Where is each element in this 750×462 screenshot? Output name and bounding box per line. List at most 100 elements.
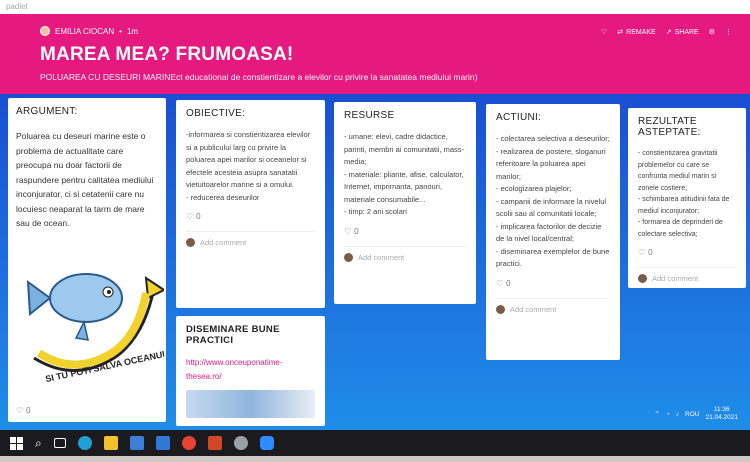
- card-title: ACTIUNI:: [496, 112, 542, 123]
- like-button[interactable]: ♡ 0: [186, 212, 315, 221]
- card-title: DISEMINARE BUNE PRACTICI: [186, 324, 280, 346]
- card-objectives[interactable]: OBIECTIVE: -informarea si constientizare…: [176, 100, 325, 308]
- remake-label: REMAKE: [626, 28, 656, 36]
- link-preview-thumbnail[interactable]: [186, 390, 315, 418]
- card-resources[interactable]: RESURSE - umane: elevi, cadre didactice,…: [334, 102, 476, 304]
- clock[interactable]: 11:36 21.04.2021: [705, 406, 738, 422]
- file-explorer-icon[interactable]: [103, 436, 118, 450]
- remake-icon: ⇄: [617, 29, 624, 36]
- like-count: 0: [506, 278, 511, 288]
- heart-icon: ♡: [186, 212, 194, 221]
- card-body: - umane: elevi, cadre didactice, parinti…: [344, 131, 466, 219]
- card-title: REZULTATE ASTEPTATE:: [638, 116, 701, 138]
- padlet-header: EMILIA CIOCAN • 1m MAREA MEA? FRUMOASA! …: [0, 14, 750, 94]
- heart-icon: ♡: [496, 278, 504, 288]
- windows-start-icon[interactable]: [10, 436, 23, 450]
- card-actions[interactable]: ACTIUNI: - colectarea selectiva a deseur…: [486, 104, 620, 360]
- system-tray: ⌃ ◔ ♪ ROU 11:36 21.04.2021: [654, 406, 738, 422]
- card-argument[interactable]: ARGUMENT: Poluarea cu deseuri marine est…: [8, 98, 166, 422]
- card-body: - constientizarea gravitatii problemelor…: [638, 148, 736, 240]
- post-time: 1m: [126, 26, 139, 36]
- store-icon[interactable]: [129, 436, 144, 450]
- share-label: SHARE: [674, 28, 699, 36]
- commenter-avatar: [186, 238, 195, 247]
- card-text: Poluarea cu deseuri marine este o proble…: [16, 131, 154, 228]
- card-title: ARGUMENT:: [16, 106, 78, 117]
- card-title: RESURSE: [344, 110, 395, 121]
- add-comment[interactable]: Add comment: [496, 297, 610, 314]
- powerpoint-icon[interactable]: [207, 436, 222, 450]
- task-view-icon[interactable]: [53, 438, 66, 448]
- clock-time: 11:36: [713, 406, 730, 413]
- card-dissemination[interactable]: DISEMINARE BUNE PRACTICI http://www.once…: [176, 316, 325, 426]
- card-line: - realizarea de postere, sloganuri refer…: [496, 146, 606, 181]
- card-line: -informarea si constientizarea elevilor …: [186, 130, 311, 189]
- card-results[interactable]: REZULTATE ASTEPTATE: - constientizarea g…: [628, 108, 746, 288]
- like-count: 0: [648, 248, 653, 257]
- add-comment[interactable]: Add comment: [344, 245, 466, 262]
- card-line: - schimbarea atitudinii fata de mediul i…: [638, 196, 730, 215]
- page-subtitle: POLUAREA CU DESEURI MARINEct educational…: [40, 72, 478, 82]
- card-line: - formarea de deprinderi de colectare se…: [638, 219, 723, 238]
- fish-illustration: SI TU POTI SALVA OCEANUL: [26, 273, 164, 384]
- dissemination-link[interactable]: http://www.onceuponatime-thesea.ro/: [186, 356, 315, 384]
- card-line: - timp: 2 ani scolari: [344, 207, 407, 216]
- commenter-avatar: [496, 304, 505, 314]
- browser-screen: padlet EMILIA CIOCAN • 1m MAREA MEA? FRU…: [0, 0, 750, 430]
- card-body: -informarea si constientizarea elevilor …: [186, 129, 315, 204]
- padlet-board: ARGUMENT: Poluarea cu deseuri marine est…: [0, 94, 750, 430]
- card-line: - constientizarea gravitatii problemelor…: [638, 150, 718, 192]
- more-icon[interactable]: ⋮: [725, 28, 732, 36]
- add-comment-label: Add comment: [358, 252, 405, 262]
- card-line: - implicarea factorilor de decizie de la…: [496, 221, 602, 244]
- heart-icon: ♡: [638, 248, 646, 257]
- like-count: 0: [26, 406, 31, 415]
- like-button[interactable]: ♡ 0: [496, 279, 610, 288]
- card-line: - ecologizarea plajelor;: [496, 184, 572, 193]
- network-icon[interactable]: ◔: [666, 411, 670, 418]
- commenter-avatar: [344, 252, 353, 262]
- app-brand: padlet: [0, 0, 750, 14]
- volume-icon[interactable]: ♪: [676, 411, 679, 418]
- card-line: - materiale: pliante, afise, calculator,…: [344, 169, 464, 204]
- search-icon[interactable]: ⌕: [35, 436, 42, 451]
- chrome-icon[interactable]: [181, 436, 196, 450]
- card-body: - colectarea selectiva a deseurilor; - r…: [496, 133, 610, 271]
- like-button[interactable]: ♡ 0: [638, 248, 736, 257]
- page-title: MAREA MEA? FRUMOASA!: [40, 44, 294, 65]
- heart-icon: ♡: [344, 226, 352, 236]
- dot-separator: •: [119, 26, 122, 36]
- add-comment-label: Add comment: [652, 274, 699, 283]
- author-avatar[interactable]: [40, 26, 50, 36]
- share-button[interactable]: ↗ SHARE: [665, 28, 699, 37]
- add-comment[interactable]: Add comment: [638, 267, 736, 283]
- card-line: - reducerea deseurilor: [186, 192, 260, 202]
- author-name[interactable]: EMILIA CIOCAN: [55, 27, 114, 36]
- card-line: - campanii de informare la nivelul scoli…: [496, 196, 607, 219]
- gear-icon[interactable]: ⚙: [709, 28, 715, 36]
- language-indicator[interactable]: ROU: [685, 411, 699, 418]
- card-line: - umane: elevi, cadre didactice, parinti…: [344, 132, 465, 166]
- heart-icon: ♡: [16, 406, 24, 415]
- commenter-avatar: [638, 274, 647, 283]
- clock-date: 21.04.2021: [705, 414, 738, 421]
- add-comment-label: Add comment: [510, 304, 557, 314]
- mail-icon[interactable]: [155, 436, 170, 450]
- header-actions: ♡ ⇄ REMAKE ↗ SHARE ⚙ ⋮: [601, 28, 732, 37]
- card-line: - colectarea selectiva a deseurilor;: [496, 134, 610, 143]
- like-button[interactable]: ♡ 0: [344, 227, 466, 236]
- windows-taskbar: ⌕: [0, 430, 750, 456]
- add-comment[interactable]: Add comment: [186, 231, 315, 247]
- chevron-up-icon[interactable]: ⌃: [654, 410, 659, 418]
- like-button[interactable]: ♡ 0: [16, 406, 31, 415]
- heart-icon[interactable]: ♡: [601, 28, 607, 36]
- zoom-icon[interactable]: [259, 436, 274, 450]
- remake-button[interactable]: ⇄ REMAKE: [617, 28, 656, 37]
- card-title: OBIECTIVE:: [186, 108, 246, 119]
- share-icon: ↗: [665, 29, 672, 36]
- edge-icon[interactable]: [77, 436, 92, 450]
- like-count: 0: [196, 212, 201, 221]
- card-line: - diseminarea exemplelor de bune practic…: [496, 246, 610, 269]
- like-count: 0: [354, 226, 359, 236]
- app-icon[interactable]: [233, 436, 248, 450]
